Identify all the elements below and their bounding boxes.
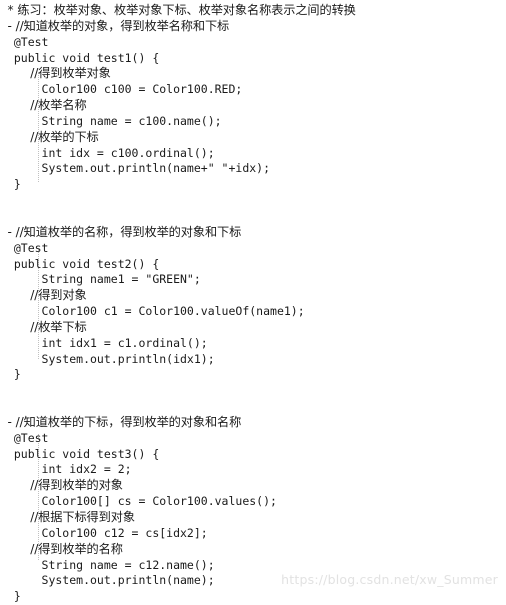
code-line-text: @Test [0, 34, 49, 49]
code-line: String name = c100.name(); [0, 114, 506, 130]
code-line: - //知道枚举的下标，得到枚举的对象和名称 [0, 415, 506, 431]
code-line: Color100[] cs = Color100.values(); [0, 494, 506, 510]
code-line: @Test [0, 35, 506, 51]
code-line-text: System.out.println(idx1); [0, 351, 215, 366]
code-line-text: public void test1() { [0, 50, 160, 65]
code-line: - //知道枚举的对象，得到枚举名称和下标 [0, 19, 506, 35]
code-line: //枚举名称 [0, 98, 506, 114]
code-line-text: //枚举下标 [0, 319, 87, 334]
code-line-text: Color100 c1 = Color100.valueOf(name1); [0, 304, 305, 319]
code-line: int idx = c100.ordinal(); [0, 146, 506, 162]
code-line-text: - //知道枚举的名称，得到枚举的对象和下标 [0, 224, 242, 239]
code-line-text: @Test [0, 430, 49, 445]
code-line: public void test2() { [0, 257, 506, 273]
code-snippet: * 练习：枚举对象、枚举对象下标、枚举对象名称表示之间的转换 - //知道枚举的… [0, 0, 506, 603]
code-line: int idx2 = 2; [0, 462, 506, 478]
code-line: String name1 = "GREEN"; [0, 272, 506, 288]
code-line-text: String name = c100.name(); [0, 113, 222, 128]
code-line-text: Color100[] cs = Color100.values(); [0, 494, 277, 509]
code-line: @Test [0, 431, 506, 447]
code-line-text: @Test [0, 240, 49, 255]
code-line: Color100 c1 = Color100.valueOf(name1); [0, 304, 506, 320]
code-line: //得到枚举的名称 [0, 542, 506, 558]
code-line-text: Color100 c12 = cs[idx2]; [0, 525, 208, 540]
code-line-text: } [0, 367, 21, 382]
code-line-text: //枚举名称 [0, 98, 87, 113]
code-line-text: Color100 c100 = Color100.RED; [0, 82, 243, 97]
code-line: @Test [0, 241, 506, 257]
code-line: } [0, 367, 506, 383]
code-line: String name = c12.name(); [0, 558, 506, 574]
code-line: Color100 c12 = cs[idx2]; [0, 526, 506, 542]
code-line-text: //枚举的下标 [0, 129, 99, 144]
code-line-text: public void test3() { [0, 446, 160, 461]
code-line-text: System.out.println(name+" "+idx); [0, 161, 271, 176]
code-line-text: //得到枚举对象 [0, 66, 111, 81]
code-line: //枚举下标 [0, 320, 506, 336]
code-line-text: //得到对象 [0, 288, 87, 303]
code-line: //得到枚举对象 [0, 66, 506, 82]
code-line-text: int idx1 = c1.ordinal(); [0, 335, 208, 350]
code-line-text: int idx2 = 2; [0, 462, 132, 477]
code-line: public void test3() { [0, 447, 506, 463]
code-line-text: public void test2() { [0, 256, 160, 271]
code-line: } [0, 589, 506, 605]
code-line: public void test1() { [0, 51, 506, 67]
code-line: - //知道枚举的名称，得到枚举的对象和下标 [0, 225, 506, 241]
code-line-text: //得到枚举的名称 [0, 541, 123, 556]
code-line: //得到枚举的对象 [0, 478, 506, 494]
code-line: //枚举的下标 [0, 130, 506, 146]
code-line: Color100 c100 = Color100.RED; [0, 82, 506, 98]
code-body: * 练习：枚举对象、枚举对象下标、枚举对象名称表示之间的转换 - //知道枚举的… [0, 3, 506, 605]
code-line: //根据下标得到对象 [0, 510, 506, 526]
code-line-text: } [0, 589, 21, 604]
code-line-text: String name1 = "GREEN"; [0, 272, 201, 287]
code-line-text: } [0, 177, 21, 192]
code-line: * 练习：枚举对象、枚举对象下标、枚举对象名称表示之间的转换 [0, 3, 506, 19]
code-line: //得到对象 [0, 288, 506, 304]
code-line: } [0, 177, 506, 193]
code-line: System.out.println(name+" "+idx); [0, 161, 506, 177]
code-line-text: System.out.println(name); [0, 573, 215, 588]
watermark: https://blog.csdn.net/xw_Summer [281, 572, 498, 587]
code-line-text: - //知道枚举的下标，得到枚举的对象和名称 [0, 414, 242, 429]
code-line: int idx1 = c1.ordinal(); [0, 336, 506, 352]
code-line-text: * 练习：枚举对象、枚举对象下标、枚举对象名称表示之间的转换 [0, 3, 356, 17]
code-line-text: int idx = c100.ordinal(); [0, 145, 215, 160]
code-line-text: - //知道枚举的对象，得到枚举名称和下标 [0, 18, 230, 33]
code-line-text: String name = c12.name(); [0, 557, 215, 572]
code-line-text: //得到枚举的对象 [0, 478, 123, 493]
code-line-text: //根据下标得到对象 [0, 510, 135, 524]
code-line: System.out.println(idx1); [0, 352, 506, 368]
